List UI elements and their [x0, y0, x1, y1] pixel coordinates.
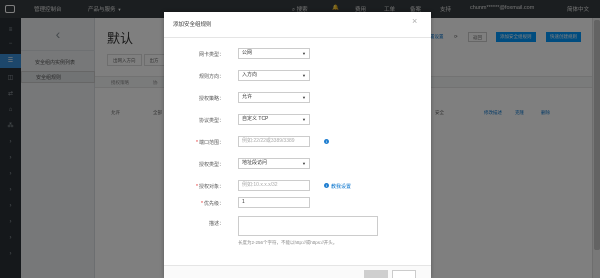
auth-type-label: 授权类型： — [164, 161, 224, 168]
protocol-label-text: 协议类型： — [198, 118, 224, 124]
port-range-input[interactable]: 例如:22/22或3389/3389 — [238, 136, 310, 147]
priority-label-text: 优先级： — [203, 201, 224, 207]
close-icon[interactable]: × — [412, 17, 417, 26]
description-hint: 长度为2-256个字符，不能以http://或https://开头。 — [238, 240, 338, 245]
direction-value: 入方向 — [242, 72, 258, 78]
direction-label: 规则方向： — [164, 73, 224, 80]
protocol-value: 自定义 TCP — [242, 116, 269, 122]
nic-type-select[interactable]: 公网 ▼ — [238, 48, 310, 59]
nic-type-label: 网卡类型： — [164, 51, 224, 58]
policy-label-text: 授权策略： — [198, 96, 224, 102]
description-label-text: 描述： — [208, 221, 224, 227]
dialog-title: 添加安全组规则 — [173, 22, 212, 28]
direction-label-text: 规则方向： — [198, 74, 224, 80]
required-asterisk: * — [196, 140, 198, 146]
required-asterisk: * — [201, 201, 203, 207]
protocol-select[interactable]: 自定义 TCP ▼ — [238, 114, 310, 125]
add-rule-dialog: 添加安全组规则 × 网卡类型： 公网 ▼ 规则方向： 入方向 ▼ 授权策略： 允许 ▼… — [164, 12, 431, 278]
nic-type-label-text: 网卡类型： — [198, 52, 224, 58]
policy-select[interactable]: 允许 ▼ — [238, 92, 310, 103]
priority-input[interactable]: 1 — [238, 197, 310, 208]
chevron-down-icon: ▼ — [302, 73, 306, 78]
direction-select[interactable]: 入方向 ▼ — [238, 70, 310, 81]
chevron-down-icon: ▼ — [302, 51, 306, 56]
description-label: 描述： — [164, 220, 224, 227]
auth-type-label-text: 授权类型： — [198, 162, 224, 168]
protocol-label: 协议类型： — [164, 117, 224, 124]
info-icon[interactable]: i — [324, 139, 329, 144]
auth-type-select[interactable]: 地址段访问 ▼ — [238, 158, 310, 169]
chevron-down-icon: ▼ — [302, 161, 306, 166]
nic-type-value: 公网 — [242, 50, 253, 56]
auth-type-value: 地址段访问 — [242, 160, 268, 166]
port-label-text: 端口范围： — [198, 140, 224, 146]
required-asterisk: * — [196, 184, 198, 190]
cancel-button[interactable] — [392, 270, 416, 278]
auth-object-input[interactable]: 例如:10.x.x.x/32 — [238, 180, 310, 191]
chevron-down-icon: ▼ — [302, 95, 306, 100]
auth-object-label-text: 授权对象： — [198, 184, 224, 190]
auth-object-label: *授权对象： — [164, 183, 224, 190]
policy-value: 允许 — [242, 94, 253, 100]
description-textarea[interactable] — [238, 216, 378, 236]
port-label: *端口范围： — [164, 139, 224, 146]
teach-me-link[interactable]: 教我设置 — [331, 183, 351, 190]
chevron-down-icon: ▼ — [302, 117, 306, 122]
policy-label: 授权策略： — [164, 95, 224, 102]
priority-label: *优先级： — [164, 200, 224, 207]
dialog-footer — [164, 265, 431, 278]
confirm-button[interactable] — [364, 270, 388, 278]
divider — [164, 37, 431, 38]
info-icon[interactable]: i — [324, 183, 329, 188]
